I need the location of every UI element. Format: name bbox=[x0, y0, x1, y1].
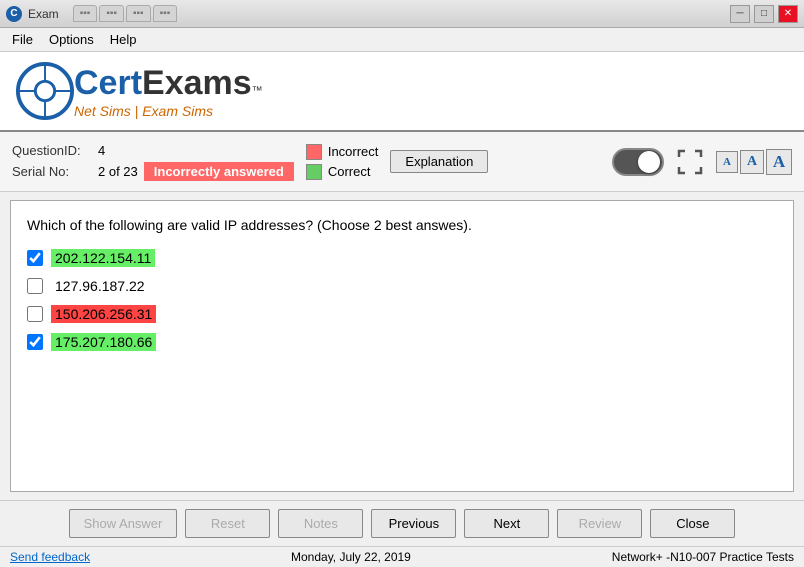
title-bar-tabs: ▪▪▪ ▪▪▪ ▪▪▪ ▪▪▪ bbox=[73, 5, 178, 22]
next-button[interactable]: Next bbox=[464, 509, 549, 538]
close-button[interactable]: Close bbox=[650, 509, 735, 538]
answer-checkbox-1[interactable] bbox=[27, 250, 43, 266]
serial-label: Serial No: bbox=[12, 164, 92, 179]
question-id-label: QuestionID: bbox=[12, 143, 92, 158]
bottom-bar: Show Answer Reset Notes Previous Next Re… bbox=[0, 500, 804, 546]
send-feedback-link[interactable]: Send feedback bbox=[10, 550, 90, 564]
app-icon: C bbox=[6, 6, 22, 22]
app-title: Exam bbox=[28, 7, 59, 21]
reset-button[interactable]: Reset bbox=[185, 509, 270, 538]
question-info: QuestionID: 4 Serial No: 2 of 23 Incorre… bbox=[12, 143, 294, 181]
logo-tagline: Net Sims | Exam Sims bbox=[74, 103, 263, 119]
answer-label-1: 202.122.154.11 bbox=[51, 249, 155, 267]
title-bar: C Exam ▪▪▪ ▪▪▪ ▪▪▪ ▪▪▪ ─ □ ✕ bbox=[0, 0, 804, 28]
answer-label-3: 150.206.256.31 bbox=[51, 305, 156, 323]
maximize-button[interactable]: □ bbox=[754, 5, 774, 23]
color-indicators: Incorrect Correct bbox=[306, 144, 379, 180]
logo-text: Cert Exams ™ Net Sims | Exam Sims bbox=[74, 64, 263, 119]
menu-help[interactable]: Help bbox=[102, 30, 145, 49]
logo-exams: Exams bbox=[142, 64, 252, 103]
font-medium-button[interactable]: A bbox=[740, 150, 764, 174]
minimize-button[interactable]: ─ bbox=[730, 5, 750, 23]
show-answer-button[interactable]: Show Answer bbox=[69, 509, 178, 538]
logo-tm: ™ bbox=[252, 85, 263, 97]
status-date: Monday, July 22, 2019 bbox=[291, 550, 411, 564]
answer-label-4: 175.207.180.66 bbox=[51, 333, 156, 351]
toggle-outer bbox=[612, 148, 664, 176]
notes-button[interactable]: Notes bbox=[278, 509, 363, 538]
window-controls: ─ □ ✕ bbox=[730, 5, 798, 23]
review-button[interactable]: Review bbox=[557, 509, 642, 538]
fullscreen-icon[interactable] bbox=[676, 148, 704, 176]
answer-checkbox-2[interactable] bbox=[27, 278, 43, 294]
answer-checkbox-4[interactable] bbox=[27, 334, 43, 350]
question-area: Which of the following are valid IP addr… bbox=[10, 200, 794, 492]
info-bar: QuestionID: 4 Serial No: 2 of 23 Incorre… bbox=[0, 132, 804, 192]
answer-option-1: 202.122.154.11 bbox=[27, 249, 777, 267]
menu-bar: File Options Help bbox=[0, 28, 804, 52]
tab-4[interactable]: ▪▪▪ bbox=[153, 5, 178, 22]
answer-checkbox-3[interactable] bbox=[27, 306, 43, 322]
tab-3[interactable]: ▪▪▪ bbox=[126, 5, 151, 22]
incorrect-color-box bbox=[306, 144, 322, 160]
answer-option-2: 127.96.187.22 bbox=[27, 277, 777, 295]
logo-icon bbox=[16, 62, 74, 120]
incorrect-badge: Incorrectly answered bbox=[144, 162, 294, 181]
serial-value: 2 of 23 bbox=[98, 164, 138, 179]
toggle-knob bbox=[638, 151, 660, 173]
font-large-button[interactable]: A bbox=[766, 149, 792, 175]
font-size-buttons: A A A bbox=[716, 149, 792, 175]
tab-1[interactable]: ▪▪▪ bbox=[73, 5, 98, 22]
menu-file[interactable]: File bbox=[4, 30, 41, 49]
explanation-button[interactable]: Explanation bbox=[390, 150, 488, 173]
tab-2[interactable]: ▪▪▪ bbox=[99, 5, 124, 22]
font-small-button[interactable]: A bbox=[716, 151, 738, 173]
status-bar: Send feedback Monday, July 22, 2019 Netw… bbox=[0, 546, 804, 567]
logo-area: Cert Exams ™ Net Sims | Exam Sims bbox=[0, 52, 804, 132]
toggle-switch[interactable] bbox=[612, 148, 664, 176]
status-product: Network+ -N10-007 Practice Tests bbox=[612, 550, 794, 564]
answer-option-4: 175.207.180.66 bbox=[27, 333, 777, 351]
previous-button[interactable]: Previous bbox=[371, 509, 456, 538]
incorrect-label: Incorrect bbox=[328, 144, 379, 159]
logo-cert: Cert bbox=[74, 64, 142, 103]
answer-option-3: 150.206.256.31 bbox=[27, 305, 777, 323]
answer-label-2: 127.96.187.22 bbox=[51, 277, 149, 295]
window-close-button[interactable]: ✕ bbox=[778, 5, 798, 23]
question-id-value: 4 bbox=[98, 143, 105, 158]
correct-label: Correct bbox=[328, 164, 371, 179]
question-text: Which of the following are valid IP addr… bbox=[27, 217, 777, 233]
menu-options[interactable]: Options bbox=[41, 30, 102, 49]
correct-color-box bbox=[306, 164, 322, 180]
